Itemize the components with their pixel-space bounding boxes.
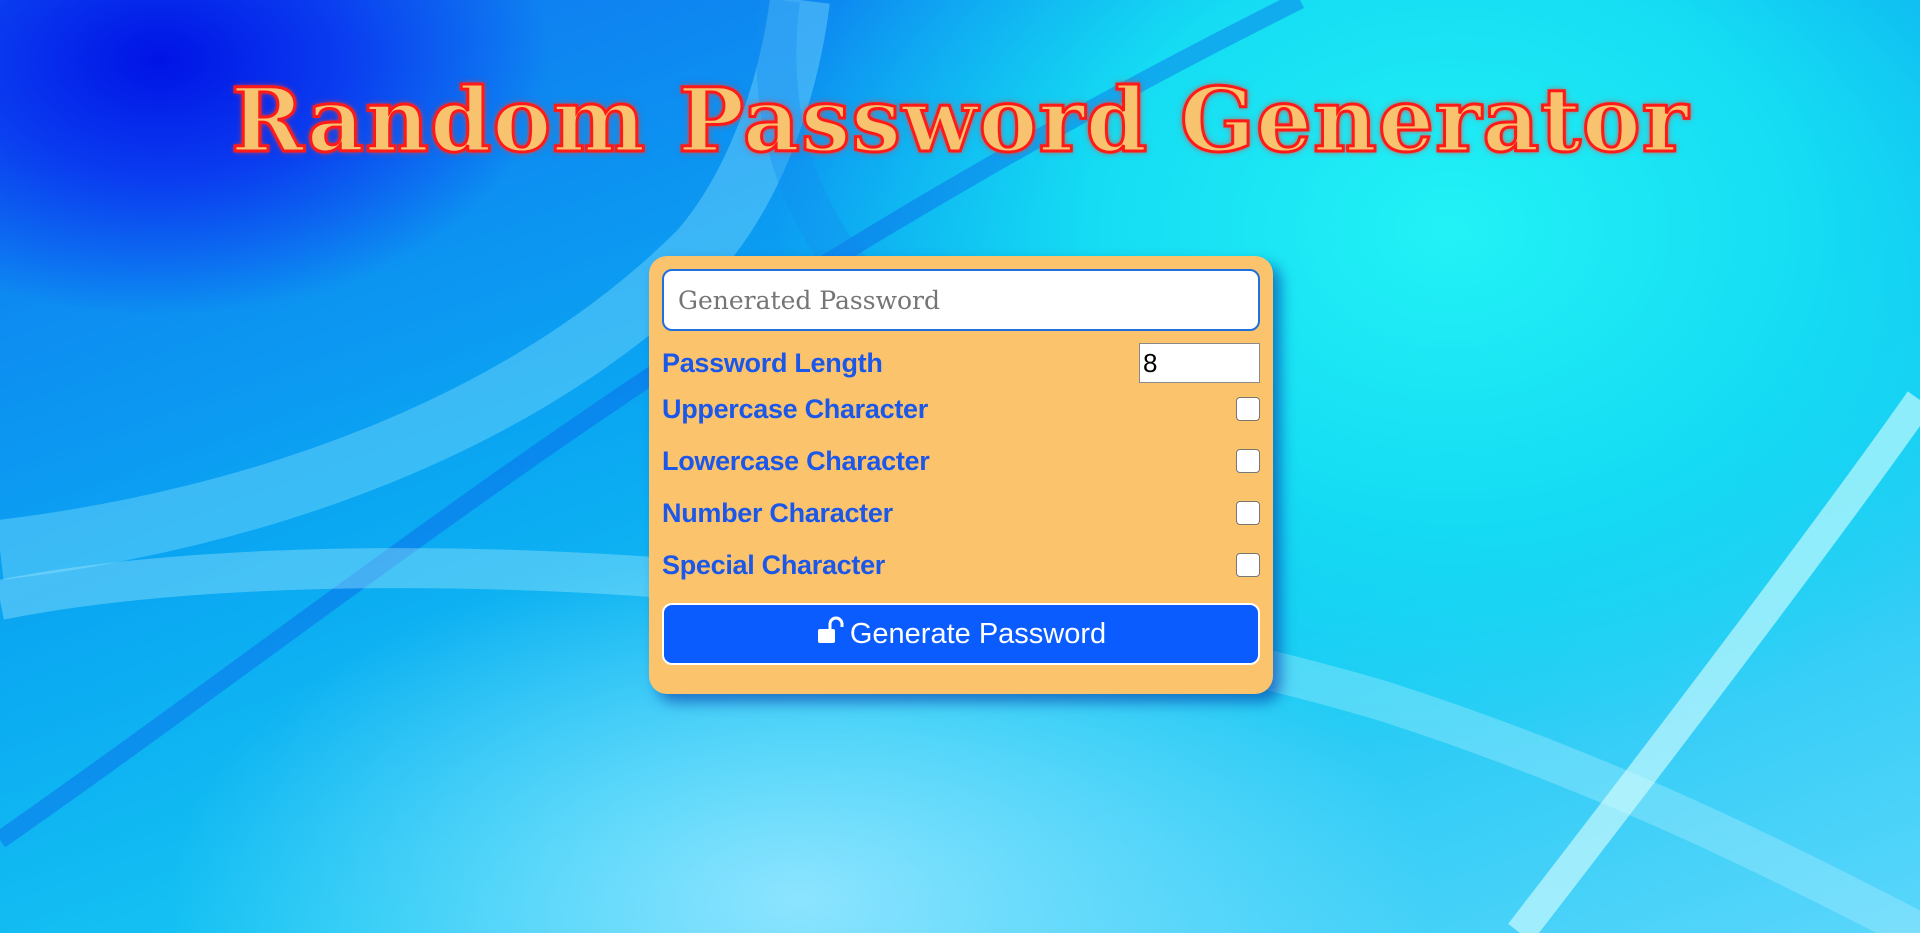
special-row: Special Character [662, 539, 1260, 591]
uppercase-row: Uppercase Character [662, 383, 1260, 435]
generate-password-button[interactable]: Generate Password [662, 603, 1260, 665]
generator-card: Password Length Uppercase Character Lowe… [649, 256, 1273, 694]
special-checkbox[interactable] [1236, 553, 1260, 577]
page-title: Random Password Generator [229, 68, 1690, 172]
password-length-label: Password Length [662, 347, 883, 378]
lowercase-row: Lowercase Character [662, 435, 1260, 487]
password-length-input[interactable] [1139, 343, 1260, 383]
lowercase-label: Lowercase Character [662, 445, 930, 476]
length-row: Password Length [662, 343, 1260, 383]
lowercase-checkbox[interactable] [1236, 449, 1260, 473]
uppercase-label: Uppercase Character [662, 393, 928, 424]
generated-password-field[interactable] [662, 269, 1260, 331]
uppercase-checkbox[interactable] [1236, 397, 1260, 421]
number-label: Number Character [662, 497, 893, 528]
generate-button-label: Generate Password [849, 617, 1107, 650]
unlock-icon [816, 615, 846, 647]
number-checkbox[interactable] [1236, 501, 1260, 525]
number-row: Number Character [662, 487, 1260, 539]
special-label: Special Character [662, 549, 886, 580]
